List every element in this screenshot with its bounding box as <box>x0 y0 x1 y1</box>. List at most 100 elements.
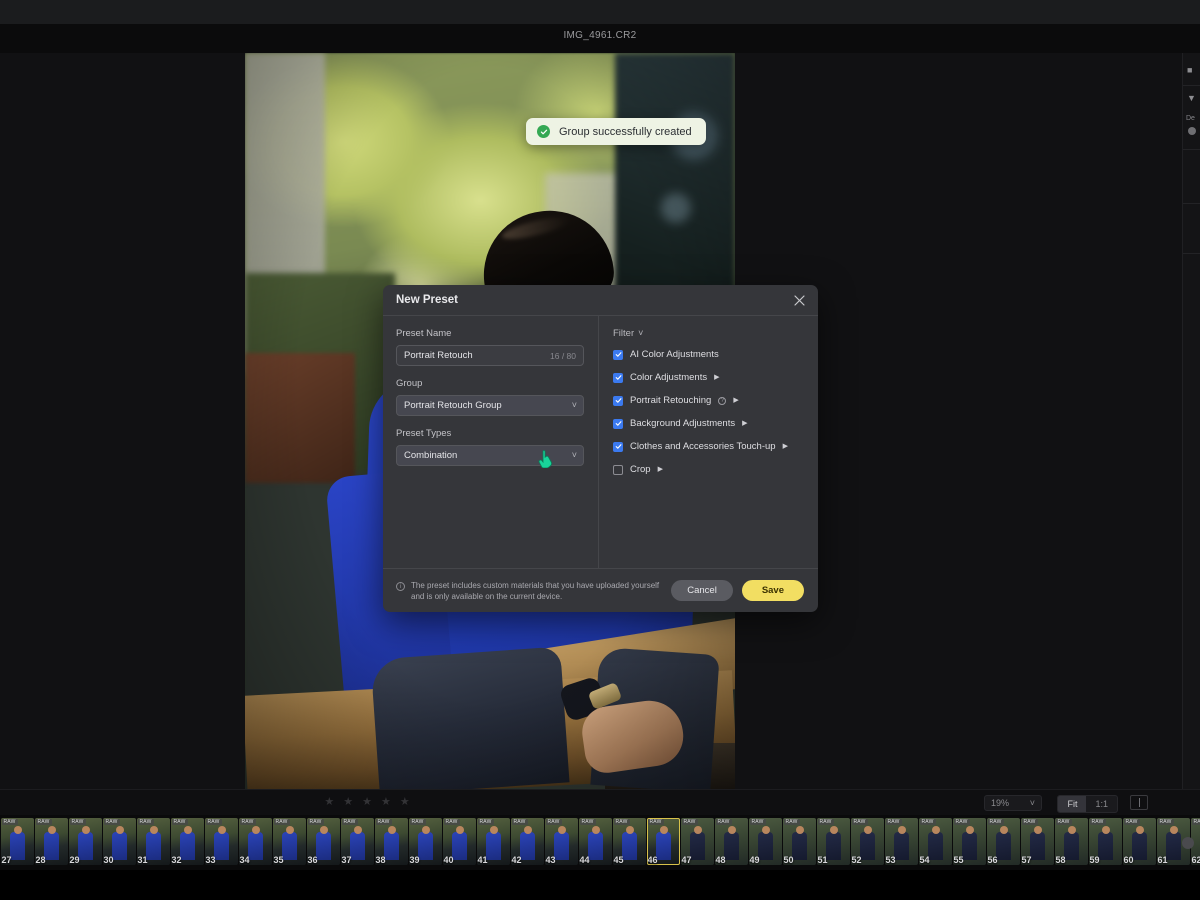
filmstrip-thumbnail[interactable]: RAW 49 <box>748 818 782 865</box>
checkbox-checked-icon[interactable] <box>613 372 623 383</box>
filter-item[interactable]: Clothes and Accessories Touch-up ▶ <box>613 441 804 452</box>
filter-item[interactable]: Color Adjustments ▶ <box>613 372 804 383</box>
zoom-level-select[interactable]: 19% ˅ <box>984 795 1042 811</box>
filmstrip-thumbnail[interactable]: RAW 31 <box>136 818 170 865</box>
filmstrip-scroll-handle[interactable] <box>1182 837 1194 849</box>
thumbnail-head <box>999 826 1008 834</box>
filmstrip-thumbnail[interactable]: RAW 34 <box>238 818 272 865</box>
chevron-right-icon[interactable]: ▶ <box>714 374 719 381</box>
funnel-icon[interactable]: ▼ <box>1187 93 1196 103</box>
rail-dot[interactable] <box>1188 127 1196 135</box>
one-to-one-button[interactable]: 1:1 <box>1086 796 1117 812</box>
raw-badge: RAW <box>477 819 494 825</box>
chevron-right-icon[interactable]: ▶ <box>658 466 663 473</box>
filmstrip-thumbnail[interactable]: RAW 29 <box>68 818 102 865</box>
checkbox-checked-icon[interactable] <box>613 441 623 452</box>
filmstrip-thumbnail[interactable]: RAW 44 <box>578 818 612 865</box>
filmstrip-thumbnail[interactable]: RAW 36 <box>306 818 340 865</box>
thumbnail-number: 52 <box>851 855 862 865</box>
chevron-right-icon[interactable]: ▶ <box>742 420 747 427</box>
thumbnail-head <box>1135 826 1144 834</box>
thumbnail-number: 38 <box>375 855 386 865</box>
thumbnail-head <box>897 826 906 834</box>
filmstrip-thumbnail[interactable]: RAW 47 <box>680 818 714 865</box>
filmstrip-thumbnail[interactable]: RAW 51 <box>816 818 850 865</box>
chevron-right-icon[interactable]: ▶ <box>733 397 738 404</box>
filmstrip-thumbnail[interactable]: RAW 48 <box>714 818 748 865</box>
filter-item-label: Clothes and Accessories Touch-up <box>630 441 776 452</box>
cancel-button[interactable]: Cancel <box>671 580 733 601</box>
filmstrip-thumbnail[interactable]: RAW 37 <box>340 818 374 865</box>
view-mode-buttons[interactable]: Fit 1:1 <box>1057 795 1118 813</box>
filter-item-label: AI Color Adjustments <box>630 349 719 360</box>
filmstrip-thumbnail[interactable]: RAW 53 <box>884 818 918 865</box>
thumbnail-number: 41 <box>477 855 488 865</box>
thumbnail-number: 40 <box>443 855 454 865</box>
filmstrip-thumbnail[interactable]: RAW 35 <box>272 818 306 865</box>
star-icon[interactable]: ★ <box>381 796 391 808</box>
chevron-right-icon[interactable]: ▶ <box>783 443 788 450</box>
filter-item[interactable]: AI Color Adjustments <box>613 349 804 360</box>
filter-item-label: Background Adjustments <box>630 418 736 429</box>
filmstrip-thumbnail[interactable]: RAW 38 <box>374 818 408 865</box>
raw-badge: RAW <box>885 819 902 825</box>
checkbox-unchecked-icon[interactable] <box>613 464 623 475</box>
thumbnail-number: 58 <box>1055 855 1066 865</box>
raw-badge: RAW <box>545 819 562 825</box>
checkbox-checked-icon[interactable] <box>613 395 623 406</box>
thumbnail-head <box>1033 826 1042 834</box>
star-icon[interactable]: ★ <box>324 796 334 808</box>
thumbnail-number: 53 <box>885 855 896 865</box>
crop-icon[interactable]: ■ <box>1187 65 1192 75</box>
filter-item-label: Portrait Retouching <box>630 395 712 406</box>
checkbox-checked-icon[interactable] <box>613 418 623 429</box>
filmstrip-thumbnail[interactable]: RAW 45 <box>612 818 646 865</box>
filmstrip-thumbnail[interactable]: RAW 50 <box>782 818 816 865</box>
raw-badge: RAW <box>783 819 800 825</box>
filmstrip-thumbnail[interactable]: RAW 58 <box>1054 818 1088 865</box>
filmstrip-thumbnail[interactable]: RAW 30 <box>102 818 136 865</box>
filmstrip-thumbnail[interactable]: RAW 57 <box>1020 818 1054 865</box>
filmstrip-thumbnail[interactable]: RAW 59 <box>1088 818 1122 865</box>
filter-toggle[interactable]: Filter ˅ <box>613 328 804 339</box>
filmstrip-thumbnail[interactable]: RAW 54 <box>918 818 952 865</box>
filmstrip-thumbnail[interactable]: RAW 40 <box>442 818 476 865</box>
thumbnail-number: 50 <box>783 855 794 865</box>
filmstrip-thumbnail[interactable]: RAW 41 <box>476 818 510 865</box>
right-sidebar: ■ ▼ De <box>1182 53 1200 789</box>
preset-name-input[interactable]: Portrait Retouch 16 / 80 <box>396 345 584 366</box>
checkbox-checked-icon[interactable] <box>613 349 623 360</box>
filmstrip-thumbnail[interactable]: RAW 32 <box>170 818 204 865</box>
filmstrip-thumbnail[interactable]: RAW 56 <box>986 818 1020 865</box>
thumbnail-number: 35 <box>273 855 284 865</box>
group-select[interactable]: Portrait Retouch Group ˅ <box>396 395 584 416</box>
filmstrip-thumbnail[interactable]: RAW 46 <box>646 818 680 865</box>
star-icon[interactable]: ★ <box>343 796 353 808</box>
star-icon[interactable]: ★ <box>362 796 372 808</box>
filmstrip-thumbnail[interactable]: RAW 55 <box>952 818 986 865</box>
filter-item[interactable]: Background Adjustments ▶ <box>613 418 804 429</box>
filmstrip-thumbnail[interactable]: RAW 39 <box>408 818 442 865</box>
fit-button[interactable]: Fit <box>1058 796 1087 812</box>
rating-stars[interactable]: ★ ★ ★ ★ ★ <box>0 789 734 815</box>
filmstrip-thumbnail[interactable]: RAW 33 <box>204 818 238 865</box>
filter-item[interactable]: Crop ▶ <box>613 464 804 475</box>
filter-item[interactable]: Portrait Retouching? ▶ <box>613 395 804 406</box>
compare-split-icon[interactable] <box>1130 795 1148 810</box>
close-icon[interactable] <box>790 291 808 309</box>
filmstrip-thumbnail[interactable]: RAW 28 <box>34 818 68 865</box>
filmstrip-thumbnail[interactable]: RAW 27 <box>0 818 34 865</box>
info-icon[interactable]: ? <box>718 396 727 405</box>
preset-types-select[interactable]: Combination ˅ <box>396 445 584 466</box>
filter-label: Filter <box>613 328 635 339</box>
toast-message: Group successfully created <box>559 125 692 138</box>
filmstrip-thumbnail[interactable]: RAW 52 <box>850 818 884 865</box>
save-button[interactable]: Save <box>741 580 804 601</box>
raw-badge: RAW <box>1123 819 1140 825</box>
filmstrip-thumbnail[interactable]: RAW 42 <box>510 818 544 865</box>
filmstrip-thumbnail[interactable]: RAW 60 <box>1122 818 1156 865</box>
filmstrip[interactable]: RAW 27 RAW 28 RAW 29 RAW 30 RAW 31 RAW 32 RAW 33 RAW 34… <box>0 815 1200 870</box>
filmstrip-thumbnail[interactable]: RAW 43 <box>544 818 578 865</box>
star-icon[interactable]: ★ <box>400 796 410 808</box>
thumbnail-number: 48 <box>715 855 726 865</box>
